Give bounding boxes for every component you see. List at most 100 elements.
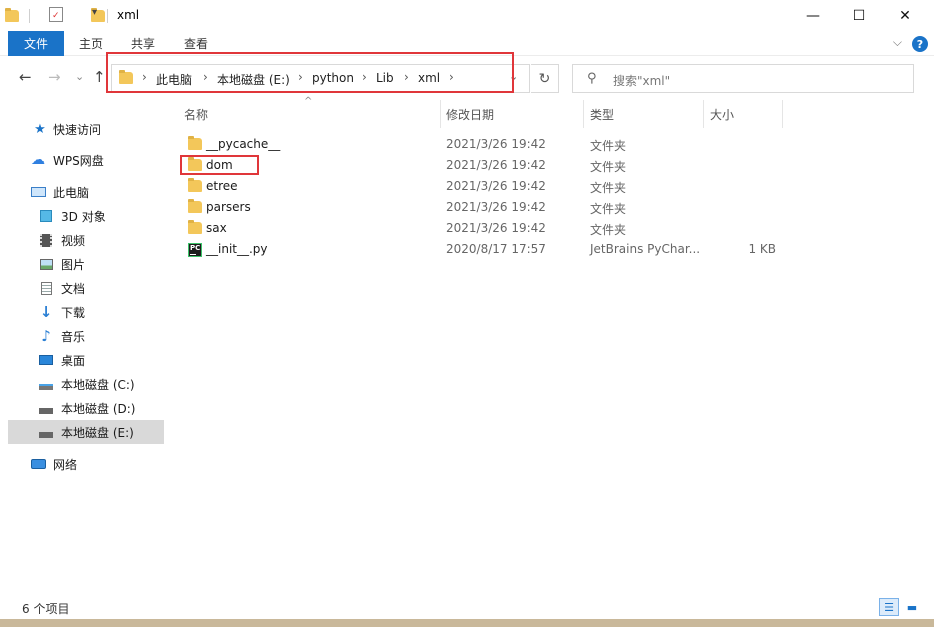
sidebar-item-3d-objects[interactable]: 3D 对象	[8, 204, 164, 228]
tab-view[interactable]: 查看	[175, 31, 217, 56]
search-box[interactable]: ⚲ 搜索"xml"	[572, 64, 914, 93]
desktop-background-strip	[0, 619, 934, 627]
ribbon-tabs: 文件 主页 共享 查看 ⌵ ?	[0, 31, 934, 56]
sidebar-item-drive-d[interactable]: 本地磁盘 (D:)	[8, 396, 164, 420]
expand-ribbon-icon[interactable]: ⌵	[893, 35, 902, 50]
video-icon	[38, 233, 54, 247]
cloud-icon: ☁	[31, 152, 45, 168]
network-icon	[30, 457, 46, 471]
item-count: 6 个项目	[22, 602, 70, 616]
sidebar-item-label: 本地磁盘 (C:)	[61, 377, 135, 392]
computer-icon	[30, 185, 46, 199]
tab-share[interactable]: 共享	[122, 31, 164, 56]
column-header-date[interactable]: 修改日期	[446, 100, 576, 128]
window-title: xml	[117, 8, 140, 22]
breadcrumb-python[interactable]: python	[312, 71, 354, 85]
large-icons-view-icon[interactable]: ▬	[902, 598, 922, 616]
title-separator	[107, 9, 108, 23]
back-icon[interactable]: ←	[19, 68, 32, 86]
address-dropdown-icon[interactable]: ⌄	[509, 70, 518, 83]
pycharm-file-icon: PC	[188, 243, 202, 257]
file-type: 文件夹	[590, 181, 627, 195]
drive-icon	[38, 401, 54, 415]
properties-icon[interactable]: ✓	[49, 7, 63, 22]
breadcrumb-this-pc[interactable]: 此电脑	[156, 71, 192, 88]
sidebar-item-drive-c[interactable]: 本地磁盘 (C:)	[8, 372, 164, 396]
column-separator[interactable]	[583, 100, 584, 128]
file-type: 文件夹	[590, 139, 627, 153]
details-view-icon[interactable]: ☰	[879, 598, 899, 616]
file-row[interactable]: __pycache__ 2021/3/26 19:42 文件夹	[180, 134, 780, 155]
up-icon[interactable]: ↑	[93, 68, 106, 86]
breadcrumb-lib[interactable]: Lib	[376, 71, 394, 85]
sidebar-item-label: 3D 对象	[61, 209, 106, 224]
maximize-button[interactable]: ☐	[836, 0, 882, 31]
breadcrumb-separator[interactable]: ›	[203, 70, 208, 84]
tab-file[interactable]: 文件	[8, 31, 64, 56]
sidebar-item-music[interactable]: ♪ 音乐	[8, 324, 164, 348]
folder-icon	[5, 8, 19, 22]
forward-icon[interactable]: →	[48, 68, 61, 86]
folder-icon	[188, 220, 202, 234]
tab-home[interactable]: 主页	[70, 31, 112, 56]
refresh-button[interactable]: ↻	[531, 64, 559, 93]
column-separator[interactable]	[440, 100, 441, 128]
sidebar-item-label: 快速访问	[53, 122, 102, 137]
help-icon[interactable]: ?	[912, 36, 928, 52]
breadcrumb-separator[interactable]: ›	[404, 70, 409, 84]
file-date: 2021/3/26 19:42	[446, 158, 546, 172]
sidebar-item-this-pc[interactable]: 此电脑	[8, 180, 164, 204]
breadcrumb-xml[interactable]: xml	[418, 71, 440, 85]
recent-locations-icon[interactable]: ⌄	[75, 70, 84, 83]
customize-toolbar-icon[interactable]: ▾	[92, 7, 97, 18]
file-row[interactable]: etree 2021/3/26 19:42 文件夹	[180, 176, 780, 197]
file-row[interactable]: PC __init__.py 2020/8/17 17:57 JetBrains…	[180, 239, 780, 260]
file-name: parsers	[206, 200, 251, 214]
sidebar-item-drive-e[interactable]: 本地磁盘 (E:)	[8, 420, 164, 444]
music-icon: ♪	[41, 327, 51, 345]
file-name: sax	[206, 221, 227, 235]
breadcrumb-separator[interactable]: ›	[362, 70, 367, 84]
sidebar-item-wps-cloud[interactable]: ☁ WPS网盘	[8, 148, 164, 172]
column-separator[interactable]	[782, 100, 783, 128]
sidebar-item-videos[interactable]: 视频	[8, 228, 164, 252]
file-row[interactable]: sax 2021/3/26 19:42 文件夹	[180, 218, 780, 239]
file-row[interactable]: dom 2021/3/26 19:42 文件夹	[180, 155, 780, 176]
file-type: 文件夹	[590, 160, 627, 174]
sidebar-item-label: 图片	[61, 257, 86, 272]
sidebar-item-label: 网络	[53, 457, 78, 472]
file-date: 2021/3/26 19:42	[446, 221, 546, 235]
status-bar: 6 个项目 ☰ ▬	[0, 595, 934, 619]
breadcrumb-separator[interactable]: ›	[142, 70, 147, 84]
sidebar-item-pictures[interactable]: 图片	[8, 252, 164, 276]
close-button[interactable]: ✕	[882, 0, 928, 31]
file-type: 文件夹	[590, 202, 627, 216]
breadcrumb-drive-e[interactable]: 本地磁盘 (E:)	[217, 71, 290, 88]
breadcrumb-separator[interactable]: ›	[298, 70, 303, 84]
sidebar-item-label: 桌面	[61, 353, 86, 368]
sidebar-item-label: 下载	[61, 305, 86, 320]
sidebar-item-label: 本地磁盘 (E:)	[61, 425, 134, 440]
quick-access-separator	[29, 9, 30, 23]
sidebar-item-network[interactable]: 网络	[8, 452, 164, 476]
desktop-icon	[38, 353, 54, 367]
sidebar-item-downloads[interactable]: ↓ 下载	[8, 300, 164, 324]
folder-icon	[188, 136, 202, 150]
file-type: JetBrains PyChar...	[590, 242, 701, 256]
file-name: __init__.py	[206, 242, 268, 256]
column-header-name[interactable]: 名称	[184, 100, 434, 128]
minimize-button[interactable]: —	[790, 0, 836, 31]
column-separator[interactable]	[703, 100, 704, 128]
file-name: __pycache__	[206, 137, 281, 151]
checkmark-icon: ✓	[52, 11, 60, 21]
column-header-type[interactable]: 类型	[590, 100, 700, 128]
breadcrumb-separator[interactable]: ›	[449, 70, 454, 84]
file-row[interactable]: parsers 2021/3/26 19:42 文件夹	[180, 197, 780, 218]
column-header-size[interactable]: 大小	[710, 100, 780, 128]
sidebar-item-documents[interactable]: 文档	[8, 276, 164, 300]
drive-icon	[38, 425, 54, 439]
file-type: 文件夹	[590, 223, 627, 237]
picture-icon	[38, 257, 54, 271]
sidebar-item-quick-access[interactable]: ★ 快速访问	[8, 117, 164, 141]
sidebar-item-desktop[interactable]: 桌面	[8, 348, 164, 372]
